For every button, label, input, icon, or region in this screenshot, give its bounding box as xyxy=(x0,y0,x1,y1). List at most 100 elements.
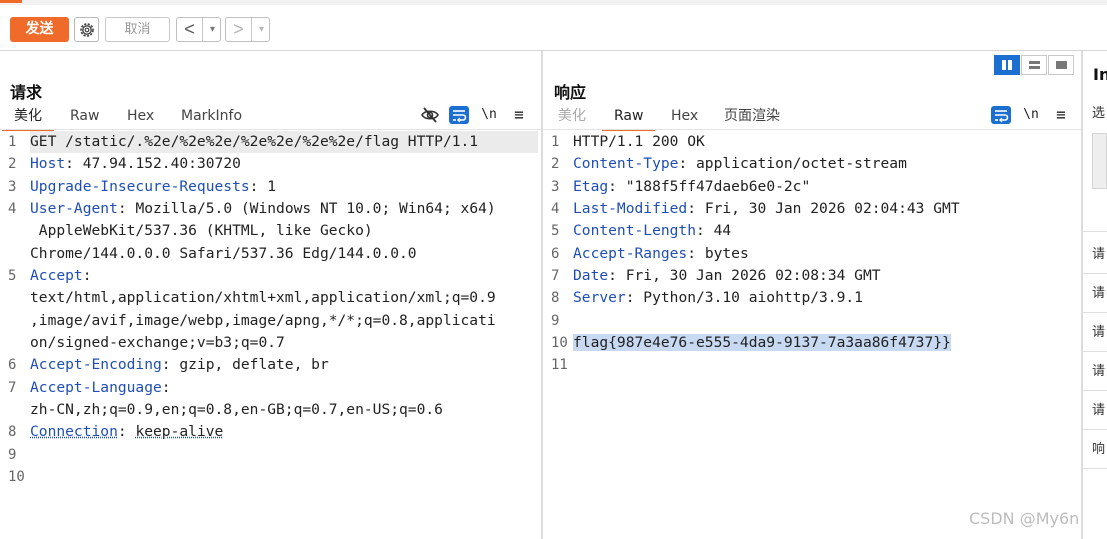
header-value: 44 xyxy=(713,222,732,240)
request-menu-button[interactable]: ≡ xyxy=(509,106,529,124)
line-number: 10 xyxy=(551,334,568,351)
toolbar: 发送 取消 < ▾ > ▾ xyxy=(0,5,1107,51)
back-history-dropdown[interactable]: ▾ xyxy=(204,18,221,41)
line-number: 1 xyxy=(8,134,17,150)
settings-button[interactable] xyxy=(74,17,99,42)
layout-stacked-button[interactable] xyxy=(1021,55,1047,75)
request-tab-hex[interactable]: Hex xyxy=(127,107,154,129)
code-text: Chrome/144.0.0.0 Safari/537.36 Edg/144.0… xyxy=(30,244,417,262)
line-number: 4 xyxy=(551,200,560,217)
response-line-numbers: 1 2 3 4 5 6 7 8 9 10 11 xyxy=(543,131,569,377)
eye-slash-icon xyxy=(421,107,439,123)
forward-history-dropdown[interactable]: ▾ xyxy=(253,18,270,41)
code-line: User-Agent: Mozilla/5.0 (Windows NT 10.0… xyxy=(30,198,538,220)
response-tab-pretty[interactable]: 美化 xyxy=(558,107,586,129)
line-number xyxy=(0,332,26,354)
line-number: 2 xyxy=(551,156,560,173)
line-number: 5 xyxy=(551,223,560,240)
header-value: Python/3.10 aiohttp/3.9.1 xyxy=(643,289,863,307)
forward-nav-group: > ▾ xyxy=(225,17,270,42)
header-separator: : xyxy=(678,155,697,173)
header-name: Last-Modified xyxy=(573,199,688,217)
response-tab-render[interactable]: 页面渲染 xyxy=(724,107,780,129)
code-line: text/html,application/xhtml+xml,applicat… xyxy=(30,287,538,309)
inspector-select-label: 选 xyxy=(1092,106,1106,121)
header-separator: : xyxy=(117,199,136,217)
inspector-title: In xyxy=(1093,65,1107,84)
header-value: 47.94.152.40:30720 xyxy=(82,155,241,173)
hide-nonprintable-toggle[interactable] xyxy=(420,106,440,124)
code-text: zh-CN,zh;q=0.9,en;q=0.8,en-GB;q=0.7,en-U… xyxy=(30,400,443,418)
code-text: text/html,application/xhtml+xml,applicat… xyxy=(30,289,496,307)
gear-icon xyxy=(80,23,94,37)
response-wrap-toggle[interactable] xyxy=(991,106,1011,124)
line-number: 6 xyxy=(8,357,17,374)
request-editor[interactable]: GET /static/.%2e/%2e%2e/%2e%2e/%2e%2e/fl… xyxy=(30,131,538,488)
code-line: Accept-Language: xyxy=(30,377,538,399)
inspector-panel: In 选 请 请 请 请 请 响 xyxy=(1083,51,1107,539)
header-value: application/octet-stream xyxy=(696,155,907,173)
inspector-row[interactable]: 请 xyxy=(1083,274,1107,313)
code-text: AppleWebKit/537.36 (KHTML, like Gecko) xyxy=(30,222,373,240)
line-number xyxy=(0,287,26,309)
request-line-numbers: 1 2 3 4 5 6 7 8 9 10 xyxy=(0,131,26,488)
inspector-divider xyxy=(1083,231,1107,232)
header-separator: : xyxy=(161,356,180,374)
active-tab-accent xyxy=(0,0,22,3)
inspector-row[interactable]: 请 xyxy=(1083,391,1107,430)
response-menu-button[interactable]: ≡ xyxy=(1051,106,1071,124)
request-tab-divider xyxy=(0,129,541,130)
code-line: Accept-Ranges: bytes xyxy=(573,243,1078,265)
header-separator: : xyxy=(608,177,626,195)
request-tab-raw[interactable]: Raw xyxy=(70,107,99,129)
code-text: ,image/avif,image/webp,image/apng,*/*;q=… xyxy=(30,311,496,329)
selected-flag-text: flag{987e4e76-e555-4da9-9137-7a3aa86f473… xyxy=(573,333,951,351)
header-name: Accept-Language xyxy=(30,378,162,396)
line-number: 1 xyxy=(551,134,560,150)
header-name: User-Agent xyxy=(30,199,118,217)
inspector-selection-box[interactable] xyxy=(1092,133,1107,189)
header-name: Accept-Ranges xyxy=(573,244,688,262)
response-editor[interactable]: HTTP/1.1 200 OK Content-Type: application… xyxy=(573,131,1078,377)
response-newline-toggle[interactable]: \n xyxy=(1021,106,1041,124)
response-tab-raw[interactable]: Raw xyxy=(601,107,657,131)
header-value: Fri, 30 Jan 2026 02:04:43 GMT xyxy=(704,199,960,217)
header-value: keep-alive xyxy=(135,423,224,441)
back-button[interactable]: < xyxy=(177,18,203,41)
code-line: Accept: xyxy=(30,265,538,287)
line-number: 8 xyxy=(8,424,17,441)
inspector-row[interactable]: 响 xyxy=(1083,430,1107,469)
response-tab-hex[interactable]: Hex xyxy=(671,107,698,129)
code-text: HTTP/1.1 200 OK xyxy=(573,133,705,150)
request-tab-pretty[interactable]: 美化 xyxy=(2,107,54,131)
wrap-icon xyxy=(453,110,467,123)
inspector-row[interactable]: 请 xyxy=(1083,313,1107,352)
response-panel: 响应 美化 Raw Hex 页面渲染 \n ≡ 1 2 3 4 5 6 7 8 9 10 11 HT… xyxy=(543,51,1081,539)
wrap-lines-toggle[interactable] xyxy=(449,106,469,124)
line-number: 11 xyxy=(551,357,568,374)
inspector-row[interactable]: 请 xyxy=(1083,235,1107,274)
response-tab-divider xyxy=(543,129,1081,130)
code-line: on/signed-exchange;v=b3;q=0.7 xyxy=(30,332,538,354)
response-title: 响应 xyxy=(554,83,587,102)
request-tab-markinfo[interactable]: MarkInfo xyxy=(181,107,242,129)
header-separator: : xyxy=(608,266,626,284)
newline-toggle[interactable]: \n xyxy=(479,106,499,124)
header-name: Server xyxy=(573,289,626,307)
header-value: 1 xyxy=(267,177,277,195)
code-line: Date: Fri, 30 Jan 2026 02:08:34 GMT xyxy=(573,265,1078,287)
line-number xyxy=(0,243,26,265)
forward-button[interactable]: > xyxy=(226,18,252,41)
cancel-button[interactable]: 取消 xyxy=(105,17,170,42)
layout-side-by-side-button[interactable] xyxy=(994,55,1020,75)
header-value: Mozilla/5.0 (Windows NT 10.0; Win64; x64… xyxy=(135,199,496,217)
send-button[interactable]: 发送 xyxy=(10,17,69,42)
layout-switcher xyxy=(994,55,1080,75)
header-value: bytes xyxy=(704,244,749,262)
inspector-row[interactable]: 请 xyxy=(1083,352,1107,391)
header-value: gzip, deflate, br xyxy=(179,356,329,374)
layout-tabs-button[interactable] xyxy=(1048,55,1074,75)
